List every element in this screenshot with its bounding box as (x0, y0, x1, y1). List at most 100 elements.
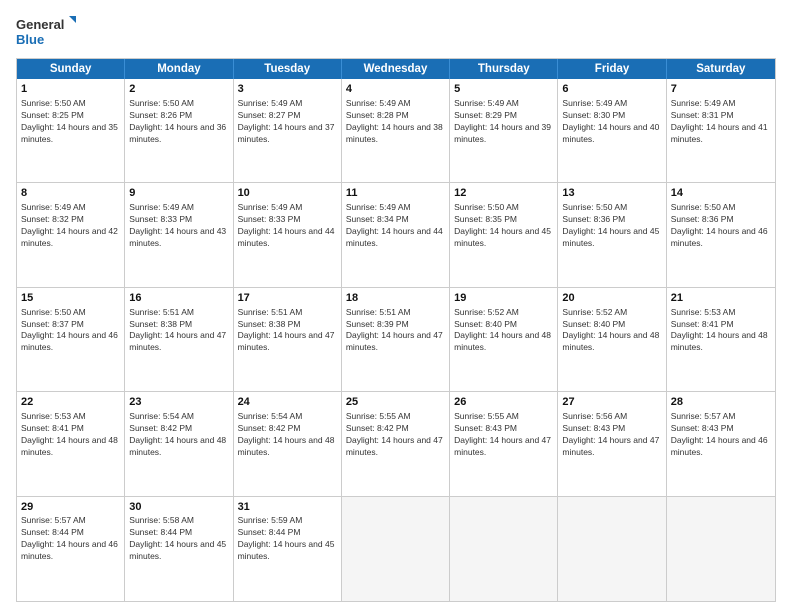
day-number: 29 (21, 500, 120, 515)
day-info: Sunrise: 5:49 AMSunset: 8:29 PMDaylight:… (454, 98, 551, 144)
cal-cell: 26 Sunrise: 5:55 AMSunset: 8:43 PMDaylig… (450, 392, 558, 495)
day-number: 26 (454, 395, 553, 410)
day-info: Sunrise: 5:58 AMSunset: 8:44 PMDaylight:… (129, 515, 226, 561)
page: General Blue SundayMondayTuesdayWednesda… (0, 0, 792, 612)
day-info: Sunrise: 5:53 AMSunset: 8:41 PMDaylight:… (21, 411, 118, 457)
day-number: 16 (129, 291, 228, 306)
cal-cell: 9 Sunrise: 5:49 AMSunset: 8:33 PMDayligh… (125, 183, 233, 286)
day-info: Sunrise: 5:53 AMSunset: 8:41 PMDaylight:… (671, 307, 768, 353)
day-number: 13 (562, 186, 661, 201)
cal-week-5: 29 Sunrise: 5:57 AMSunset: 8:44 PMDaylig… (17, 497, 775, 601)
cal-header-monday: Monday (125, 59, 233, 79)
cal-week-2: 8 Sunrise: 5:49 AMSunset: 8:32 PMDayligh… (17, 183, 775, 287)
day-info: Sunrise: 5:50 AMSunset: 8:36 PMDaylight:… (562, 202, 659, 248)
cal-cell: 22 Sunrise: 5:53 AMSunset: 8:41 PMDaylig… (17, 392, 125, 495)
day-number: 21 (671, 291, 771, 306)
cal-cell: 17 Sunrise: 5:51 AMSunset: 8:38 PMDaylig… (234, 288, 342, 391)
cal-header-thursday: Thursday (450, 59, 558, 79)
day-number: 22 (21, 395, 120, 410)
cal-cell: 21 Sunrise: 5:53 AMSunset: 8:41 PMDaylig… (667, 288, 775, 391)
day-info: Sunrise: 5:54 AMSunset: 8:42 PMDaylight:… (129, 411, 226, 457)
day-info: Sunrise: 5:50 AMSunset: 8:26 PMDaylight:… (129, 98, 226, 144)
day-number: 25 (346, 395, 445, 410)
cal-header-tuesday: Tuesday (234, 59, 342, 79)
day-number: 20 (562, 291, 661, 306)
day-number: 19 (454, 291, 553, 306)
day-number: 28 (671, 395, 771, 410)
cal-cell: 2 Sunrise: 5:50 AMSunset: 8:26 PMDayligh… (125, 79, 233, 182)
cal-cell: 6 Sunrise: 5:49 AMSunset: 8:30 PMDayligh… (558, 79, 666, 182)
day-info: Sunrise: 5:49 AMSunset: 8:32 PMDaylight:… (21, 202, 118, 248)
cal-cell: 30 Sunrise: 5:58 AMSunset: 8:44 PMDaylig… (125, 497, 233, 601)
cal-cell: 28 Sunrise: 5:57 AMSunset: 8:43 PMDaylig… (667, 392, 775, 495)
header: General Blue (16, 14, 776, 50)
day-info: Sunrise: 5:50 AMSunset: 8:25 PMDaylight:… (21, 98, 118, 144)
day-number: 9 (129, 186, 228, 201)
logo-svg: General Blue (16, 14, 76, 50)
cal-cell: 29 Sunrise: 5:57 AMSunset: 8:44 PMDaylig… (17, 497, 125, 601)
cal-cell (558, 497, 666, 601)
cal-header-friday: Friday (558, 59, 666, 79)
svg-text:General: General (16, 17, 64, 32)
cal-cell: 24 Sunrise: 5:54 AMSunset: 8:42 PMDaylig… (234, 392, 342, 495)
cal-week-4: 22 Sunrise: 5:53 AMSunset: 8:41 PMDaylig… (17, 392, 775, 496)
day-info: Sunrise: 5:51 AMSunset: 8:38 PMDaylight:… (238, 307, 335, 353)
day-info: Sunrise: 5:51 AMSunset: 8:39 PMDaylight:… (346, 307, 443, 353)
day-info: Sunrise: 5:49 AMSunset: 8:33 PMDaylight:… (129, 202, 226, 248)
day-info: Sunrise: 5:51 AMSunset: 8:38 PMDaylight:… (129, 307, 226, 353)
cal-week-3: 15 Sunrise: 5:50 AMSunset: 8:37 PMDaylig… (17, 288, 775, 392)
cal-cell: 12 Sunrise: 5:50 AMSunset: 8:35 PMDaylig… (450, 183, 558, 286)
day-info: Sunrise: 5:52 AMSunset: 8:40 PMDaylight:… (562, 307, 659, 353)
day-number: 3 (238, 82, 337, 97)
cal-cell: 18 Sunrise: 5:51 AMSunset: 8:39 PMDaylig… (342, 288, 450, 391)
day-number: 7 (671, 82, 771, 97)
day-number: 15 (21, 291, 120, 306)
day-info: Sunrise: 5:49 AMSunset: 8:27 PMDaylight:… (238, 98, 335, 144)
day-number: 17 (238, 291, 337, 306)
day-info: Sunrise: 5:54 AMSunset: 8:42 PMDaylight:… (238, 411, 335, 457)
day-info: Sunrise: 5:56 AMSunset: 8:43 PMDaylight:… (562, 411, 659, 457)
day-number: 31 (238, 500, 337, 515)
day-info: Sunrise: 5:50 AMSunset: 8:35 PMDaylight:… (454, 202, 551, 248)
day-info: Sunrise: 5:57 AMSunset: 8:43 PMDaylight:… (671, 411, 768, 457)
calendar-body: 1 Sunrise: 5:50 AMSunset: 8:25 PMDayligh… (17, 79, 775, 601)
day-info: Sunrise: 5:50 AMSunset: 8:36 PMDaylight:… (671, 202, 768, 248)
day-info: Sunrise: 5:50 AMSunset: 8:37 PMDaylight:… (21, 307, 118, 353)
day-number: 24 (238, 395, 337, 410)
cal-cell (667, 497, 775, 601)
cal-cell: 7 Sunrise: 5:49 AMSunset: 8:31 PMDayligh… (667, 79, 775, 182)
svg-text:Blue: Blue (16, 32, 44, 47)
cal-cell: 27 Sunrise: 5:56 AMSunset: 8:43 PMDaylig… (558, 392, 666, 495)
calendar: SundayMondayTuesdayWednesdayThursdayFrid… (16, 58, 776, 602)
day-number: 5 (454, 82, 553, 97)
day-info: Sunrise: 5:49 AMSunset: 8:30 PMDaylight:… (562, 98, 659, 144)
cal-cell: 10 Sunrise: 5:49 AMSunset: 8:33 PMDaylig… (234, 183, 342, 286)
cal-cell: 1 Sunrise: 5:50 AMSunset: 8:25 PMDayligh… (17, 79, 125, 182)
day-info: Sunrise: 5:52 AMSunset: 8:40 PMDaylight:… (454, 307, 551, 353)
logo: General Blue (16, 14, 76, 50)
day-info: Sunrise: 5:59 AMSunset: 8:44 PMDaylight:… (238, 515, 335, 561)
cal-cell: 31 Sunrise: 5:59 AMSunset: 8:44 PMDaylig… (234, 497, 342, 601)
cal-cell: 3 Sunrise: 5:49 AMSunset: 8:27 PMDayligh… (234, 79, 342, 182)
cal-cell: 13 Sunrise: 5:50 AMSunset: 8:36 PMDaylig… (558, 183, 666, 286)
day-number: 8 (21, 186, 120, 201)
day-number: 11 (346, 186, 445, 201)
day-number: 18 (346, 291, 445, 306)
cal-cell: 4 Sunrise: 5:49 AMSunset: 8:28 PMDayligh… (342, 79, 450, 182)
day-info: Sunrise: 5:49 AMSunset: 8:33 PMDaylight:… (238, 202, 335, 248)
cal-cell: 25 Sunrise: 5:55 AMSunset: 8:42 PMDaylig… (342, 392, 450, 495)
cal-cell: 11 Sunrise: 5:49 AMSunset: 8:34 PMDaylig… (342, 183, 450, 286)
cal-cell: 15 Sunrise: 5:50 AMSunset: 8:37 PMDaylig… (17, 288, 125, 391)
day-number: 2 (129, 82, 228, 97)
day-number: 23 (129, 395, 228, 410)
cal-cell: 5 Sunrise: 5:49 AMSunset: 8:29 PMDayligh… (450, 79, 558, 182)
cal-header-wednesday: Wednesday (342, 59, 450, 79)
cal-cell: 8 Sunrise: 5:49 AMSunset: 8:32 PMDayligh… (17, 183, 125, 286)
day-info: Sunrise: 5:55 AMSunset: 8:43 PMDaylight:… (454, 411, 551, 457)
day-info: Sunrise: 5:49 AMSunset: 8:28 PMDaylight:… (346, 98, 443, 144)
day-number: 27 (562, 395, 661, 410)
day-info: Sunrise: 5:49 AMSunset: 8:31 PMDaylight:… (671, 98, 768, 144)
cal-header-sunday: Sunday (17, 59, 125, 79)
calendar-header: SundayMondayTuesdayWednesdayThursdayFrid… (17, 59, 775, 79)
day-number: 1 (21, 82, 120, 97)
